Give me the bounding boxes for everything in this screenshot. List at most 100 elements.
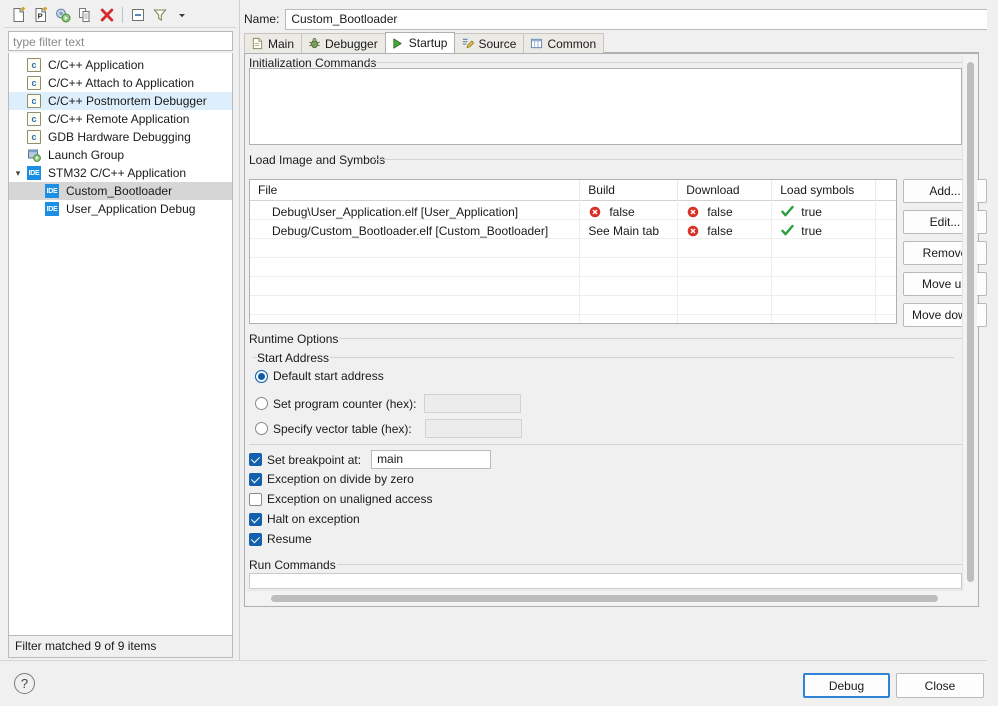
checkbox-label: Resume [267,532,312,546]
tab-main[interactable]: Main [244,33,303,53]
radio-specify-vector-table[interactable]: Specify vector table (hex): [255,419,522,438]
checkbox-resume[interactable]: Resume [249,532,312,546]
config-name-input[interactable]: Custom_Bootloader [285,8,994,30]
column-header-file[interactable]: File [250,180,581,201]
column-header-load-symbols[interactable]: Load symbols [772,180,877,201]
main-tab-icon [250,37,264,51]
cell-download-text: false [707,223,733,238]
tab-label: Main [268,36,295,51]
init-commands-textarea[interactable] [249,68,962,145]
help-icon[interactable]: ? [14,673,35,694]
tab-source[interactable]: Source [454,33,525,53]
table-row[interactable]: Debug/Custom_Bootloader.elf [Custom_Boot… [250,220,896,239]
new-prototype-icon[interactable]: P [30,4,52,26]
checkbox-label: Set breakpoint at: [267,452,362,467]
new-launch-group-icon[interactable] [52,4,74,26]
tree-item-c-application[interactable]: c C/C++ Application [9,56,232,74]
tab-common[interactable]: Common [523,33,605,53]
configurations-panel: P type filter text c C/C++ Application c… [0,0,239,660]
close-button[interactable]: Close [896,673,984,698]
load-image-section: File Build Download Load symbols Debug\U… [245,159,987,329]
checkbox-label: Exception on unaligned access [267,492,433,506]
svg-text:P: P [38,12,43,21]
cell-load-symbols-text: true [801,223,822,238]
debug-button[interactable]: Debug [803,673,890,698]
table-row-empty [250,277,896,296]
checkbox-indicator [249,532,262,546]
tree-item-c-attach-to-application[interactable]: c C/C++ Attach to Application [9,74,232,92]
delete-icon[interactable] [96,4,118,26]
tree-item-user-application-debug[interactable]: IDE User_Application Debug [9,200,232,218]
scrollbar-thumb[interactable] [967,62,974,582]
breakpoint-symbol-input[interactable]: main [371,450,492,469]
checkbox-exception-unaligned-access[interactable]: Exception on unaligned access [249,492,432,506]
program-counter-hex-input[interactable] [424,394,522,413]
scrollbar-thumb[interactable] [271,595,938,602]
radio-indicator [255,369,268,383]
filter-input[interactable]: type filter text [8,31,233,51]
tab-debugger[interactable]: Debugger [301,33,386,53]
tab-label: Source [478,36,517,51]
toolbar-separator [122,7,123,23]
filter-icon[interactable] [149,4,171,26]
chevron-down-icon[interactable] [171,4,193,26]
c-file-icon: c [27,94,41,108]
debug-configurations-dialog: P type filter text c C/C++ Application c… [0,0,998,706]
tree-item-label: Launch Group [48,148,125,162]
config-name-label: Name: [244,12,280,26]
tree-item-launch-group[interactable]: Launch Group [9,146,232,164]
checkbox-halt-on-exception[interactable]: Halt on exception [249,512,360,526]
radio-set-program-counter[interactable]: Set program counter (hex): [255,394,522,413]
tree-item-c-postmortem-debugger[interactable]: c C/C++ Postmortem Debugger [9,92,232,110]
cell-file: Debug\User_Application.elf [User_Applica… [250,201,581,220]
run-commands-textarea[interactable] [249,573,962,589]
checkbox-set-breakpoint-at[interactable]: Set breakpoint at: main [249,450,492,469]
ide-icon: IDE [45,202,59,216]
tree-item-label: C/C++ Attach to Application [48,76,195,90]
table-row-empty [250,258,896,277]
runtime-options-label: Runtime Options [249,332,339,346]
collapse-all-icon[interactable] [127,4,149,26]
cell-download: false [678,220,773,239]
table-row-empty [250,296,896,315]
checkbox-exception-divide-by-zero[interactable]: Exception on divide by zero [249,472,414,486]
cell-build-text: See Main tab [588,223,660,238]
duplicate-icon[interactable] [74,4,96,26]
tree-item-stm32-application[interactable]: ▾ IDE STM32 C/C++ Application [9,164,232,182]
table-row[interactable]: Debug\User_Application.elf [User_Applica… [250,201,896,220]
tree-item-custom-bootloader[interactable]: IDE Custom_Bootloader [9,182,232,200]
tree-item-c-remote-application[interactable]: c C/C++ Remote Application [9,110,232,128]
check-icon [780,205,794,219]
c-file-icon: c [27,112,41,126]
configurations-tree[interactable]: c C/C++ Application c C/C++ Attach to Ap… [8,53,233,636]
tabpanel-horizontal-scrollbar[interactable] [246,590,963,605]
tab-startup[interactable]: Startup [384,32,456,53]
chevron-down-icon[interactable]: ▾ [11,168,25,179]
tree-item-label: STM32 C/C++ Application [48,166,187,180]
error-icon [686,205,700,219]
vector-table-hex-input[interactable] [424,419,522,438]
tab-label: Startup [408,36,448,50]
cell-load-symbols: true [772,201,877,220]
tab-label: Debugger [325,36,378,51]
start-address-rule-left [253,357,257,358]
column-header-download[interactable]: Download [678,180,773,201]
runtime-options-rule [339,338,962,339]
radio-default-start-address[interactable]: Default start address [255,369,384,383]
tab-label: Common [547,36,597,51]
cell-spacer [876,220,896,239]
cell-file: Debug/Custom_Bootloader.elf [Custom_Boot… [250,220,581,239]
column-header-build[interactable]: Build [580,180,679,201]
tree-item-label: Custom_Bootloader [66,184,173,198]
new-config-icon[interactable] [8,4,30,26]
tabpanel-vertical-scrollbar[interactable] [962,55,977,606]
radio-label: Specify vector table (hex): [273,421,412,436]
window-right-edge [987,0,998,706]
common-tab-icon [529,37,543,51]
tree-item-gdb-hardware-debugging[interactable]: c GDB Hardware Debugging [9,128,232,146]
load-image-table[interactable]: File Build Download Load symbols Debug\U… [249,179,897,324]
tree-item-label: C/C++ Application [48,58,145,72]
column-header-spacer [876,180,896,201]
checkbox-indicator [249,492,262,506]
tree-item-label: C/C++ Postmortem Debugger [48,94,207,108]
